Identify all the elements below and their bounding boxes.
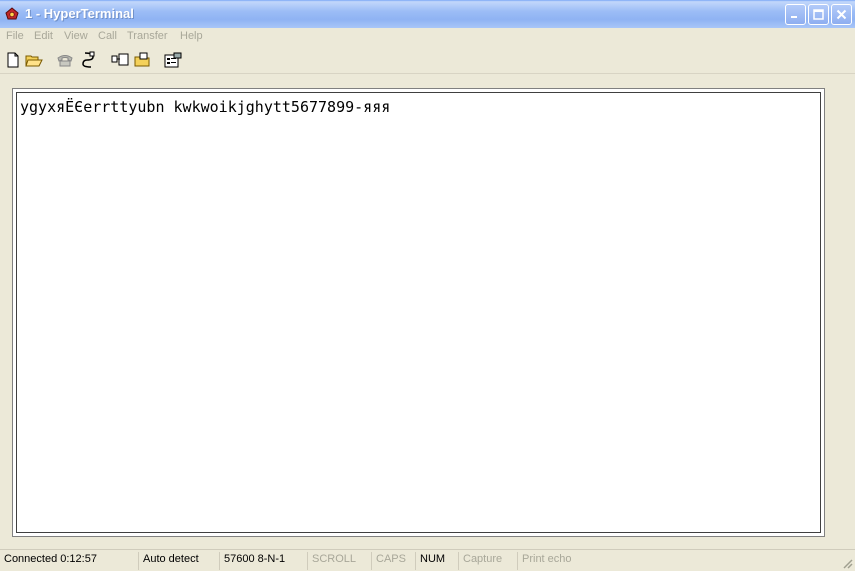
status-settings: 57600 8-N-1 <box>219 552 289 570</box>
terminal-frame: ygyxяЁЄerrttyubn kwkwoikjghytt5677899-яя… <box>12 88 825 537</box>
status-scroll: SCROLL <box>307 552 360 570</box>
maximize-icon <box>813 9 824 20</box>
new-icon[interactable] <box>4 51 22 69</box>
terminal-output: ygyxяЁЄerrttyubn kwkwoikjghytt5677899-яя… <box>20 98 391 116</box>
status-capture: Capture <box>458 552 506 570</box>
call-icon[interactable] <box>56 51 74 69</box>
open-icon[interactable] <box>25 51 43 69</box>
menu-call[interactable]: Call <box>98 30 117 42</box>
terminal-screen[interactable]: ygyxяЁЄerrttyubn kwkwoikjghytt5677899-яя… <box>16 92 821 533</box>
close-icon <box>836 9 847 20</box>
send-icon[interactable] <box>111 51 129 69</box>
status-connected: Connected 0:12:57 <box>4 553 97 565</box>
status-bar: Connected 0:12:57 Auto detect 57600 8-N-… <box>0 549 855 571</box>
menu-transfer[interactable]: Transfer <box>127 30 168 42</box>
title-bar[interactable]: 1 - HyperTerminal <box>0 0 855 28</box>
menu-edit[interactable]: Edit <box>34 30 53 42</box>
minimize-icon <box>790 9 801 20</box>
window-title: 1 - HyperTerminal <box>25 6 134 21</box>
close-button[interactable] <box>831 4 852 25</box>
status-num: NUM <box>415 552 449 570</box>
menu-bar: File Edit View Call Transfer Help <box>0 28 855 46</box>
toolbar <box>0 46 855 74</box>
menu-help[interactable]: Help <box>180 30 203 42</box>
minimize-button[interactable] <box>785 4 806 25</box>
status-caps: CAPS <box>371 552 410 570</box>
menu-view[interactable]: View <box>64 30 88 42</box>
maximize-button[interactable] <box>808 4 829 25</box>
resize-grip-icon[interactable] <box>841 557 853 569</box>
status-detect: Auto detect <box>138 552 203 570</box>
menu-file[interactable]: File <box>6 30 24 42</box>
status-print-echo: Print echo <box>517 552 576 570</box>
terminal-margin <box>826 88 855 548</box>
disconnect-icon[interactable] <box>80 51 98 69</box>
hyperterminal-phone-icon[interactable] <box>4 6 20 22</box>
receive-icon[interactable] <box>134 51 152 69</box>
properties-icon[interactable] <box>164 51 182 69</box>
